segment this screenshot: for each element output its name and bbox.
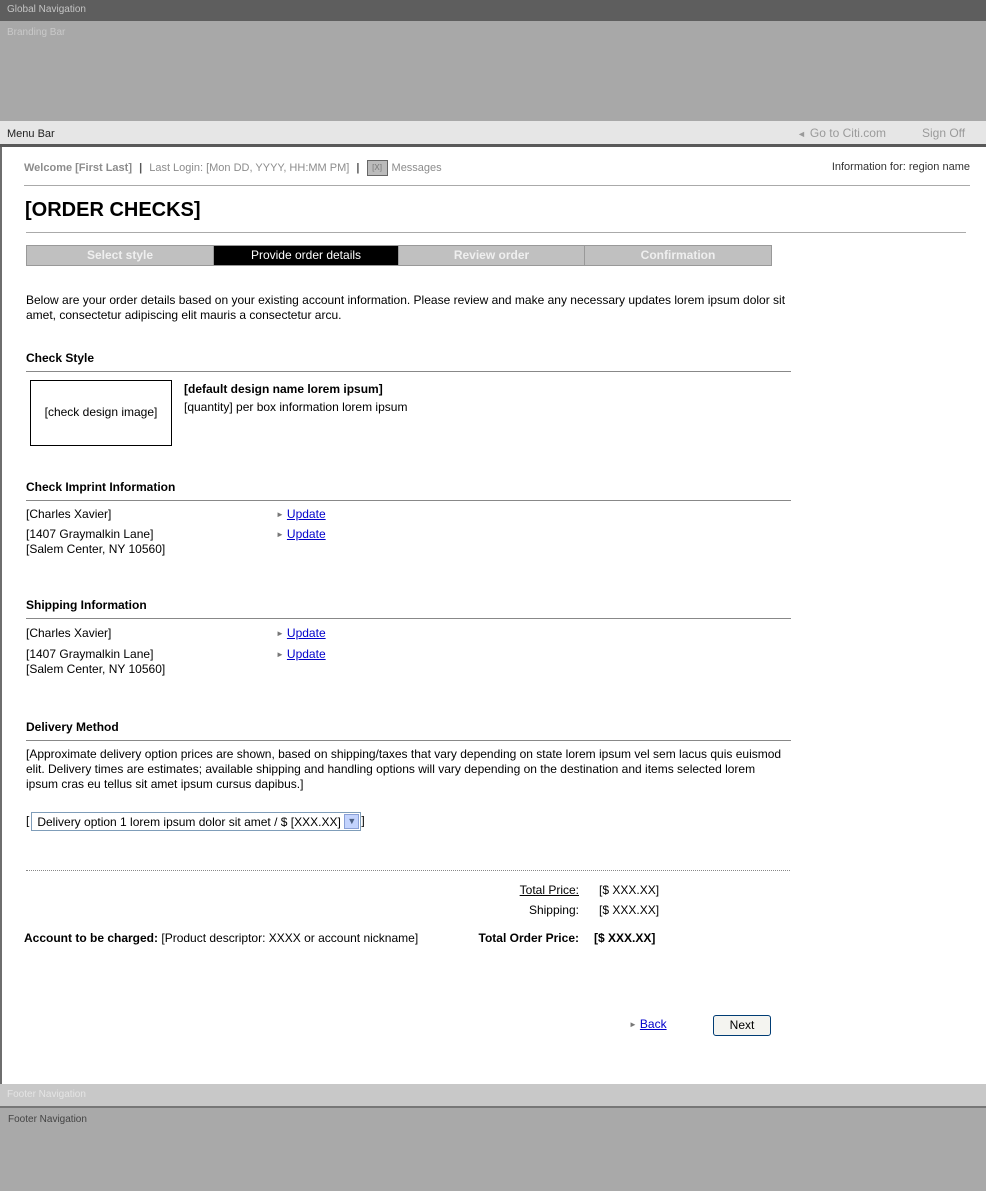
- update-imprint-address[interactable]: ► Update: [276, 527, 326, 541]
- region-info: Information for: region name: [831, 161, 970, 173]
- goto-citi-link[interactable]: ◄ Go to Citi.com: [797, 126, 886, 140]
- bracket-open: [: [26, 813, 30, 828]
- left-border: [0, 147, 2, 1084]
- messages-link[interactable]: Messages: [392, 162, 442, 174]
- bracket-close: ]: [361, 813, 365, 828]
- address-line-1: [1407 Graymalkin Lane]: [26, 647, 154, 661]
- progress-steps: Select style Provide order details Revie…: [26, 245, 772, 266]
- delivery-select-row: [ Delivery option 1 lorem ipsum dolor sit…: [26, 812, 365, 831]
- account-charged: Account to be charged: [Product descript…: [24, 931, 418, 945]
- check-design-image: [check design image]: [30, 380, 172, 446]
- address-line-1: [1407 Graymalkin Lane]: [26, 527, 154, 541]
- page-title: [ORDER CHECKS]: [25, 199, 201, 221]
- design-name: [default design name lorem ipsum]: [184, 382, 383, 396]
- imprint-name: [Charles Xavier]: [26, 507, 112, 521]
- divider: [26, 740, 791, 741]
- account-label: Account to be charged:: [24, 931, 159, 945]
- total-price-value: [$ XXX.XX]: [599, 883, 660, 897]
- step-review-order: Review order: [399, 246, 585, 265]
- back-link[interactable]: Back: [640, 1017, 667, 1031]
- separator: |: [356, 161, 360, 174]
- divider: [26, 618, 791, 619]
- shipping-heading: Shipping Information: [26, 598, 147, 612]
- messages-count-icon[interactable]: [X]: [366, 160, 388, 176]
- update-link[interactable]: Update: [287, 507, 326, 521]
- delivery-heading: Delivery Method: [26, 720, 119, 734]
- triangle-right-icon: ►: [276, 510, 284, 519]
- footer-navigation-label: Footer Navigation: [7, 1089, 86, 1100]
- imprint-address: [1407 Graymalkin Lane] [Salem Center, NY…: [26, 527, 165, 557]
- triangle-right-icon: ►: [276, 629, 284, 638]
- update-link[interactable]: Update: [287, 626, 326, 640]
- shipping-label: Shipping:: [528, 903, 579, 917]
- footer-navigation-2: Footer Navigation: [0, 1108, 986, 1191]
- separator: |: [139, 161, 143, 174]
- footer-navigation-1: Footer Navigation: [0, 1084, 986, 1108]
- divider: [26, 500, 791, 501]
- last-login: Last Login: [Mon DD, YYYY, HH:MM PM]: [149, 161, 350, 174]
- footer-navigation-label: Footer Navigation: [8, 1114, 87, 1125]
- back-action[interactable]: ► Back: [629, 1017, 667, 1031]
- global-navigation: Global Navigation: [0, 0, 986, 21]
- menu-bar: Menu Bar ◄ Go to Citi.com Sign Off: [0, 121, 986, 147]
- step-provide-order-details: Provide order details: [214, 246, 399, 265]
- delivery-selected-value: Delivery option 1 lorem ipsum dolor sit …: [37, 815, 341, 829]
- step-select-style: Select style: [27, 246, 214, 265]
- left-arrow-icon: ◄: [797, 129, 806, 139]
- shipping-address: [1407 Graymalkin Lane] [Salem Center, NY…: [26, 647, 165, 677]
- check-style-heading: Check Style: [26, 351, 95, 365]
- total-price-label: Total Price:: [519, 883, 579, 897]
- goto-citi-label: Go to Citi.com: [809, 126, 886, 140]
- chevron-down-icon[interactable]: ▼: [344, 814, 360, 829]
- delivery-description: [Approximate delivery option prices are …: [26, 747, 782, 791]
- menu-bar-label: Menu Bar: [7, 128, 55, 140]
- imprint-heading: Check Imprint Information: [26, 480, 176, 494]
- total-order-label: Total Order Price:: [478, 931, 579, 945]
- shipping-value: [$ XXX.XX]: [599, 903, 660, 917]
- delivery-option-select[interactable]: Delivery option 1 lorem ipsum dolor sit …: [31, 812, 362, 831]
- triangle-right-icon: ►: [276, 530, 284, 539]
- update-link[interactable]: Update: [287, 527, 326, 541]
- update-shipping-name[interactable]: ► Update: [276, 626, 326, 640]
- divider: [24, 185, 970, 186]
- global-navigation-label: Global Navigation: [7, 4, 86, 15]
- update-imprint-name[interactable]: ► Update: [276, 507, 326, 521]
- step-confirmation: Confirmation: [585, 246, 771, 265]
- triangle-right-icon: ►: [629, 1020, 637, 1029]
- welcome-row: Welcome [First Last] | Last Login: [Mon …: [24, 160, 970, 176]
- next-button[interactable]: Next: [713, 1015, 771, 1036]
- account-value: [Product descriptor: XXXX or account nic…: [161, 931, 419, 945]
- dotted-divider: [26, 870, 790, 871]
- total-order-value: [$ XXX.XX]: [594, 931, 656, 945]
- intro-text: Below are your order details based on yo…: [26, 293, 786, 322]
- address-line-2: [Salem Center, NY 10560]: [26, 542, 166, 556]
- branding-bar: Branding Bar: [0, 21, 986, 121]
- shipping-name: [Charles Xavier]: [26, 626, 112, 640]
- design-quantity: [quantity] per box information lorem ips…: [184, 400, 408, 414]
- welcome-text: Welcome [First Last]: [24, 161, 132, 174]
- branding-bar-label: Branding Bar: [7, 27, 66, 38]
- divider: [26, 371, 791, 372]
- update-link[interactable]: Update: [287, 647, 326, 661]
- divider: [26, 232, 966, 233]
- address-line-2: [Salem Center, NY 10560]: [26, 662, 166, 676]
- sign-off-link[interactable]: Sign Off: [922, 126, 965, 140]
- update-shipping-address[interactable]: ► Update: [276, 647, 326, 661]
- triangle-right-icon: ►: [276, 650, 284, 659]
